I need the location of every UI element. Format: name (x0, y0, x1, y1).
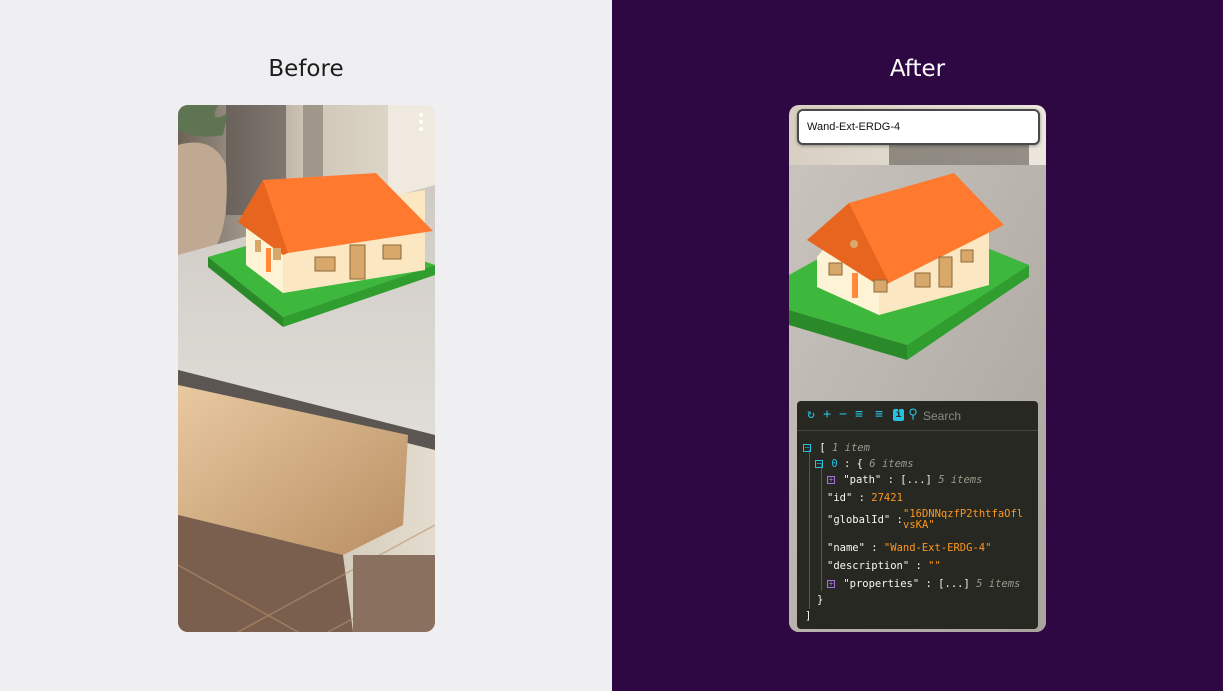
tree-guide (821, 463, 822, 591)
outdent-icon[interactable]: ≡ (873, 408, 885, 422)
item-close-brace: } (817, 594, 824, 606)
search-icon[interactable]: ⚲ (907, 408, 919, 422)
json-row-properties: + "properties" : [...] 5 items (827, 578, 1021, 590)
info-icon[interactable]: i (893, 409, 904, 421)
expand-all-icon[interactable]: + (821, 408, 833, 422)
item-index: 0 (831, 458, 838, 470)
before-panel: Before (0, 0, 612, 691)
json-toolbar: ↻ + − ≡ ≡ i ⚲ (797, 401, 1038, 431)
json-row-id: "id" : 27421 (827, 492, 903, 504)
undo-icon[interactable]: ↻ (805, 408, 817, 422)
expand-path-toggle[interactable]: + (827, 476, 835, 484)
item-brace: { (856, 458, 863, 470)
after-title: After (889, 56, 946, 82)
search-input[interactable] (923, 407, 1031, 425)
collapse-item-toggle[interactable]: − (815, 460, 823, 468)
indent-icon[interactable]: ≡ (853, 408, 865, 422)
before-ar-view[interactable] (178, 105, 435, 632)
after-ar-view[interactable]: Wand-Ext-ERDG-4 ↻ + − ≡ ≡ i ⚲ − [ 1 item (789, 105, 1046, 632)
json-root-row: − [ 1 item (803, 441, 870, 455)
ar-scene[interactable] (178, 105, 435, 632)
item-count: 6 items (869, 458, 914, 470)
json-item-row: − 0 : { 6 items (815, 458, 914, 470)
before-title: Before (268, 56, 344, 82)
json-row-path: + "path" : [...] 5 items (827, 474, 983, 486)
json-viewer: ↻ + − ≡ ≡ i ⚲ − [ 1 item − 0 (797, 401, 1038, 629)
object-name-field[interactable]: Wand-Ext-ERDG-4 (797, 109, 1040, 145)
json-row-globalid: "globalId" : (827, 514, 903, 526)
root-count: 1 item (831, 442, 870, 454)
collapse-all-icon[interactable]: − (837, 408, 849, 422)
tree-guide (809, 449, 810, 609)
more-vertical-icon[interactable] (417, 111, 425, 135)
json-row-description: "description" : "" (827, 560, 941, 572)
root-bracket: [ (819, 442, 826, 454)
expand-properties-toggle[interactable]: + (827, 580, 835, 588)
collapse-root-toggle[interactable]: − (803, 444, 811, 452)
after-panel: After Wand-Ext-ERDG-4 ↻ + − ≡ ≡ i ⚲ Sear… (612, 0, 1223, 691)
globalid-value: "16DNNqzfP2thtfaOflvsKA" (903, 508, 1024, 531)
json-row-name: "name" : "Wand-Ext-ERDG-4" (827, 542, 992, 554)
root-close-bracket: ] (805, 610, 812, 622)
